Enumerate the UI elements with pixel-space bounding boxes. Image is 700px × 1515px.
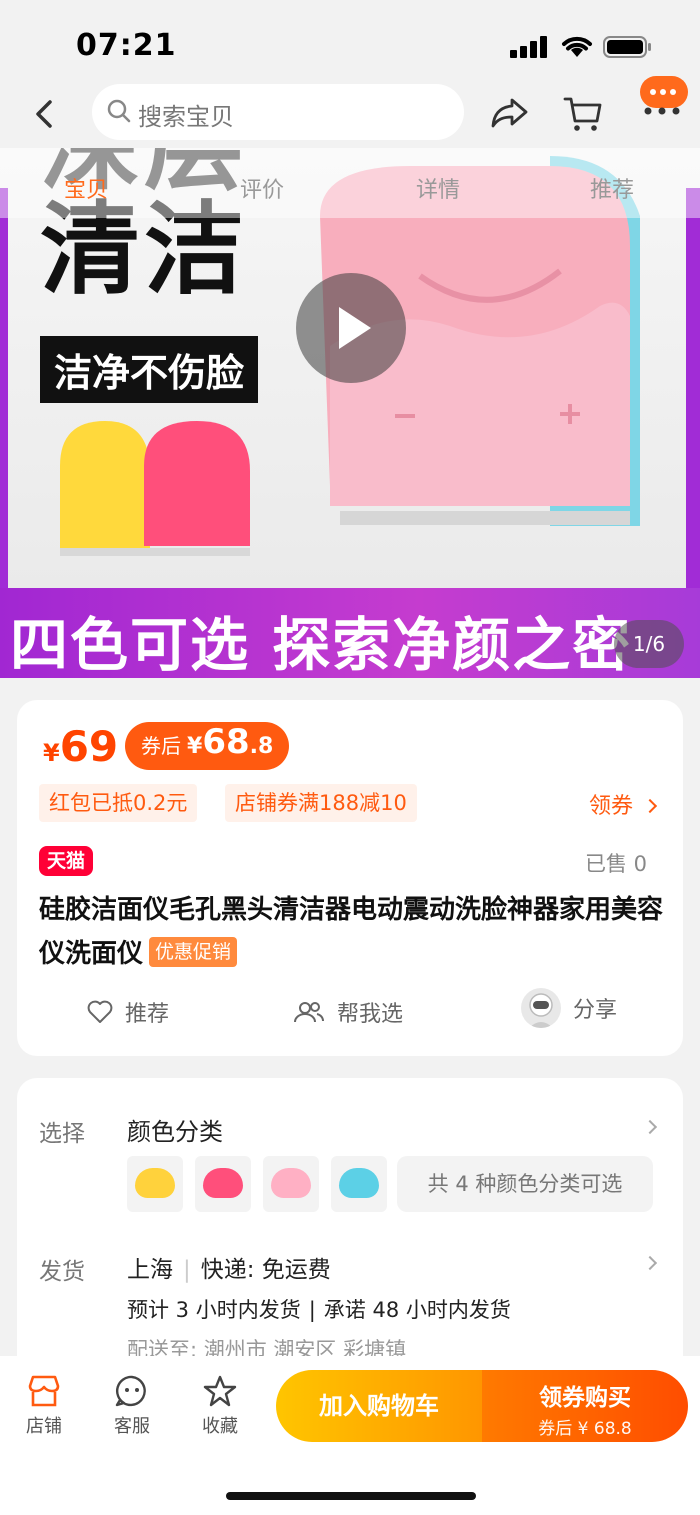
avatar: [521, 988, 561, 1028]
tab-details[interactable]: 详情: [416, 172, 460, 204]
ship-eta-b: 承诺 48 小时内发货: [323, 1298, 511, 1322]
chevron-right-icon: [642, 798, 658, 814]
ship-origin-line[interactable]: 上海 | 快递: 免运费: [127, 1250, 331, 1284]
hero-band-left: [0, 188, 8, 588]
divider: |: [308, 1298, 316, 1322]
service-label: 客服: [114, 1416, 150, 1437]
store-button[interactable]: 店铺: [14, 1374, 74, 1438]
share-icon[interactable]: [490, 94, 530, 130]
product-gallery[interactable]: 深层 清洁 洁净不伤脸 宝贝 评价 详情 推荐 四色可选 探索净颜之密 1/6: [0, 148, 700, 678]
coupon-price-badge: 券后 ¥ 68 .8: [125, 722, 290, 770]
recommend-button[interactable]: 推荐: [87, 996, 169, 1028]
signal-icon: [510, 36, 550, 58]
customer-service-button[interactable]: 客服: [102, 1374, 162, 1438]
more-menu-button[interactable]: [640, 76, 688, 120]
share-button[interactable]: 分享: [521, 988, 617, 1028]
product-title-text: 硅胶洁面仪毛孔黑头清洁器电动震动洗脸神器家用美容仪洗面仪: [39, 895, 664, 969]
top-nav: 搜索宝贝: [0, 80, 700, 150]
home-indicator: [226, 1492, 476, 1500]
swatch-pink[interactable]: [263, 1156, 319, 1212]
swatch-image: [339, 1168, 379, 1198]
gallery-page-indicator: 1/6: [614, 620, 684, 668]
wifi-icon: [562, 36, 592, 57]
ship-eta-line: 预计 3 小时内发货 | 承诺 48 小时内发货: [127, 1294, 511, 1324]
status-bar: 07:21: [0, 0, 700, 86]
search-icon: [107, 99, 131, 123]
ship-express: 快递: 免运费: [200, 1257, 331, 1283]
service-face-icon: [115, 1375, 146, 1407]
back-icon[interactable]: [30, 96, 60, 132]
product-image-pink-small: [144, 421, 250, 556]
hero-banner-text: 四色可选 探索净颜之密: [10, 611, 633, 678]
video-play-button[interactable]: [296, 273, 406, 383]
star-icon: [203, 1375, 237, 1407]
swatch-count-button[interactable]: 共 4 种颜色分类可选: [397, 1156, 653, 1212]
message-bubble-icon: [640, 76, 688, 108]
sold-count: 已售 0: [584, 852, 647, 876]
add-to-cart-button[interactable]: 加入购物车: [276, 1370, 482, 1442]
ship-label: 发货: [39, 1259, 85, 1285]
people-icon: [294, 1002, 324, 1023]
claim-and-buy-button[interactable]: 领券购买 券后 ¥ 68.8: [482, 1370, 688, 1442]
coupon-price-label: 券后: [141, 734, 181, 758]
swatch-blue[interactable]: [331, 1156, 387, 1212]
heart-icon: [87, 1000, 113, 1023]
robot-avatar-icon: [529, 993, 553, 1028]
tmall-badge: 天猫: [39, 846, 94, 876]
ship-eta-a: 预计 3 小时内发货: [127, 1298, 301, 1322]
tab-recommend[interactable]: 推荐: [590, 172, 634, 204]
more-dots-icon: [644, 107, 680, 115]
recommend-label: 推荐: [125, 1002, 170, 1027]
tab-item[interactable]: 宝贝: [64, 172, 108, 204]
hero-band-right: [686, 188, 700, 588]
price-card: ¥69 券后 ¥ 68 .8 红包已抵0.2元 店铺券满188减10 领券 天猫…: [17, 700, 683, 1056]
battery-icon: [603, 36, 651, 58]
chevron-right-icon[interactable]: [642, 1255, 658, 1271]
swatch-image: [271, 1168, 311, 1198]
store-label: 店铺: [26, 1416, 62, 1437]
status-time: 07:21: [76, 28, 177, 63]
search-input[interactable]: 搜索宝贝: [92, 84, 464, 140]
hero-banner: 四色可选 探索净颜之密: [0, 588, 700, 678]
chevron-right-icon[interactable]: [642, 1119, 658, 1135]
price: ¥69: [43, 722, 118, 771]
gallery-tabs: 宝贝 评价 详情 推荐: [0, 148, 700, 218]
swatch-yellow[interactable]: [127, 1156, 183, 1212]
help-choose-button[interactable]: 帮我选: [293, 996, 403, 1028]
tab-reviews[interactable]: 评价: [240, 172, 284, 204]
product-title: 硅胶洁面仪毛孔黑头清洁器电动震动洗脸神器家用美容仪洗面仪 优惠促销: [39, 888, 669, 976]
coupon-price-currency: ¥: [187, 734, 203, 759]
options-card: 选择 颜色分类 共 4 种颜色分类可选 发货 上海 | 快递: 免运费 预计 3 小…: [17, 1078, 683, 1378]
ship-from: 上海: [127, 1257, 173, 1283]
claim-coupon-link[interactable]: 领券: [589, 788, 658, 820]
coupon-price-int: 68: [202, 722, 250, 762]
share-label: 分享: [573, 998, 618, 1023]
help-choose-label: 帮我选: [337, 1002, 404, 1027]
price-value: 69: [59, 722, 119, 771]
buy-sub-label: 券后 ¥ 68.8: [538, 1419, 632, 1439]
select-label: 选择: [39, 1121, 85, 1147]
buy-main-label: 领券购买: [539, 1385, 631, 1411]
price-currency: ¥: [43, 739, 60, 767]
swatch-image: [203, 1168, 243, 1198]
search-placeholder: 搜索宝贝: [138, 103, 234, 131]
promo-tag-redpacket: 红包已抵0.2元: [39, 784, 198, 822]
hero-tagline: 洁净不伤脸: [40, 336, 259, 403]
favorite-label: 收藏: [202, 1416, 238, 1437]
select-title[interactable]: 颜色分类: [127, 1112, 223, 1147]
cart-icon[interactable]: [563, 94, 603, 134]
swatch-image: [135, 1168, 175, 1198]
promo-badge: 优惠促销: [149, 937, 238, 967]
favorite-button[interactable]: 收藏: [190, 1374, 250, 1438]
coupon-price-dec: .8: [249, 734, 274, 759]
claim-coupon-label: 领券: [589, 794, 634, 819]
swatch-rose[interactable]: [195, 1156, 251, 1212]
promo-tag-store-coupon: 店铺券满188减10: [225, 784, 417, 822]
store-icon: [28, 1375, 60, 1407]
divider: |: [183, 1257, 191, 1283]
